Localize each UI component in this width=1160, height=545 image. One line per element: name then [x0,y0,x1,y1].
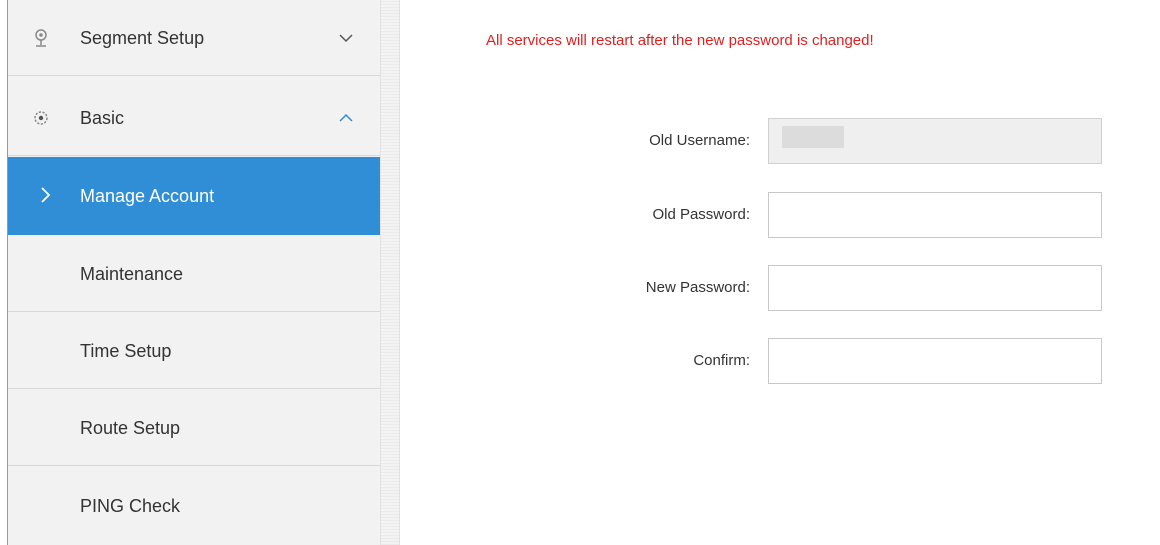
redacted-username [782,126,844,148]
segment-icon [30,27,52,49]
gear-icon [30,107,52,129]
sidebar-item-label: Maintenance [80,264,184,284]
sidebar-item-time-setup[interactable]: Time Setup [8,313,380,389]
sidebar-item-ping-check[interactable]: PING Check [8,467,380,545]
sidebar: Segment Setup Basic Manage Account Maint… [8,0,380,545]
sidebar-item-route-setup[interactable]: Route Setup [8,390,380,466]
sidebar-item-label: Basic [80,108,125,128]
sidebar-item-manage-account[interactable]: Manage Account [8,157,380,235]
sidebar-splitter[interactable] [380,0,400,545]
old-password-row: Old Password: [400,192,1160,238]
sidebar-item-label: Route Setup [80,418,181,438]
old-password-field[interactable] [768,192,1102,238]
old-username-row: Old Username: [400,118,1160,164]
sidebar-item-label: PING Check [80,496,181,516]
new-password-row: New Password: [400,265,1160,311]
confirm-password-label: Confirm: [693,352,750,369]
chevron-right-icon [40,186,52,204]
old-username-label: Old Username: [649,132,750,149]
chevron-up-icon [338,110,354,126]
sidebar-item-label: Manage Account [80,186,215,206]
sidebar-item-maintenance[interactable]: Maintenance [8,236,380,312]
window-frame [0,0,8,545]
sidebar-item-label: Time Setup [80,341,172,361]
confirm-password-field[interactable] [768,338,1102,384]
old-password-label: Old Password: [652,206,750,223]
confirm-password-row: Confirm: [400,338,1160,384]
main-content: All services will restart after the new … [400,0,1160,545]
sidebar-item-label: Segment Setup [80,28,205,48]
chevron-down-icon [338,30,354,46]
new-password-field[interactable] [768,265,1102,311]
warning-message: All services will restart after the new … [486,32,874,49]
sidebar-item-basic[interactable]: Basic [8,80,380,156]
new-password-label: New Password: [645,279,750,296]
sidebar-item-segment-setup[interactable]: Segment Setup [8,0,380,76]
